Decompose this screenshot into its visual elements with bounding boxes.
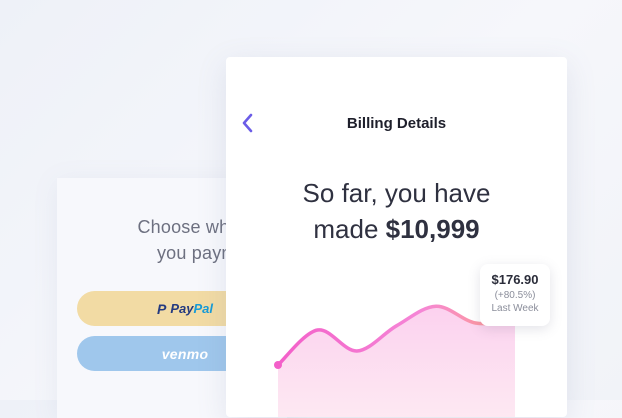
chart-tooltip: $176.90 (+80.5%) Last Week xyxy=(480,264,550,326)
summary-line-1: So far, you have xyxy=(302,178,491,208)
summary-line-2: made $10,999 xyxy=(226,211,567,247)
tooltip-value: $176.90 xyxy=(491,272,539,287)
earnings-summary: So far, you have made $10,999 xyxy=(226,175,567,247)
paypal-logo: P PayPal xyxy=(157,301,213,317)
paypal-p-icon: P xyxy=(157,300,167,317)
tooltip-change: (+80.5%) xyxy=(494,290,536,301)
paypal-logo-pal: Pal xyxy=(193,301,213,316)
page-title: Billing Details xyxy=(346,115,447,132)
chart-start-point xyxy=(274,361,282,369)
summary-prefix: made xyxy=(313,214,379,244)
paypal-logo-pay: Pay xyxy=(170,301,194,316)
tooltip-period: Last Week xyxy=(491,303,539,314)
total-earned-amount: $10,999 xyxy=(385,214,480,244)
venmo-logo: venmo xyxy=(161,345,209,362)
billing-details-card: Billing Details So far, you have made $1… xyxy=(226,57,567,417)
